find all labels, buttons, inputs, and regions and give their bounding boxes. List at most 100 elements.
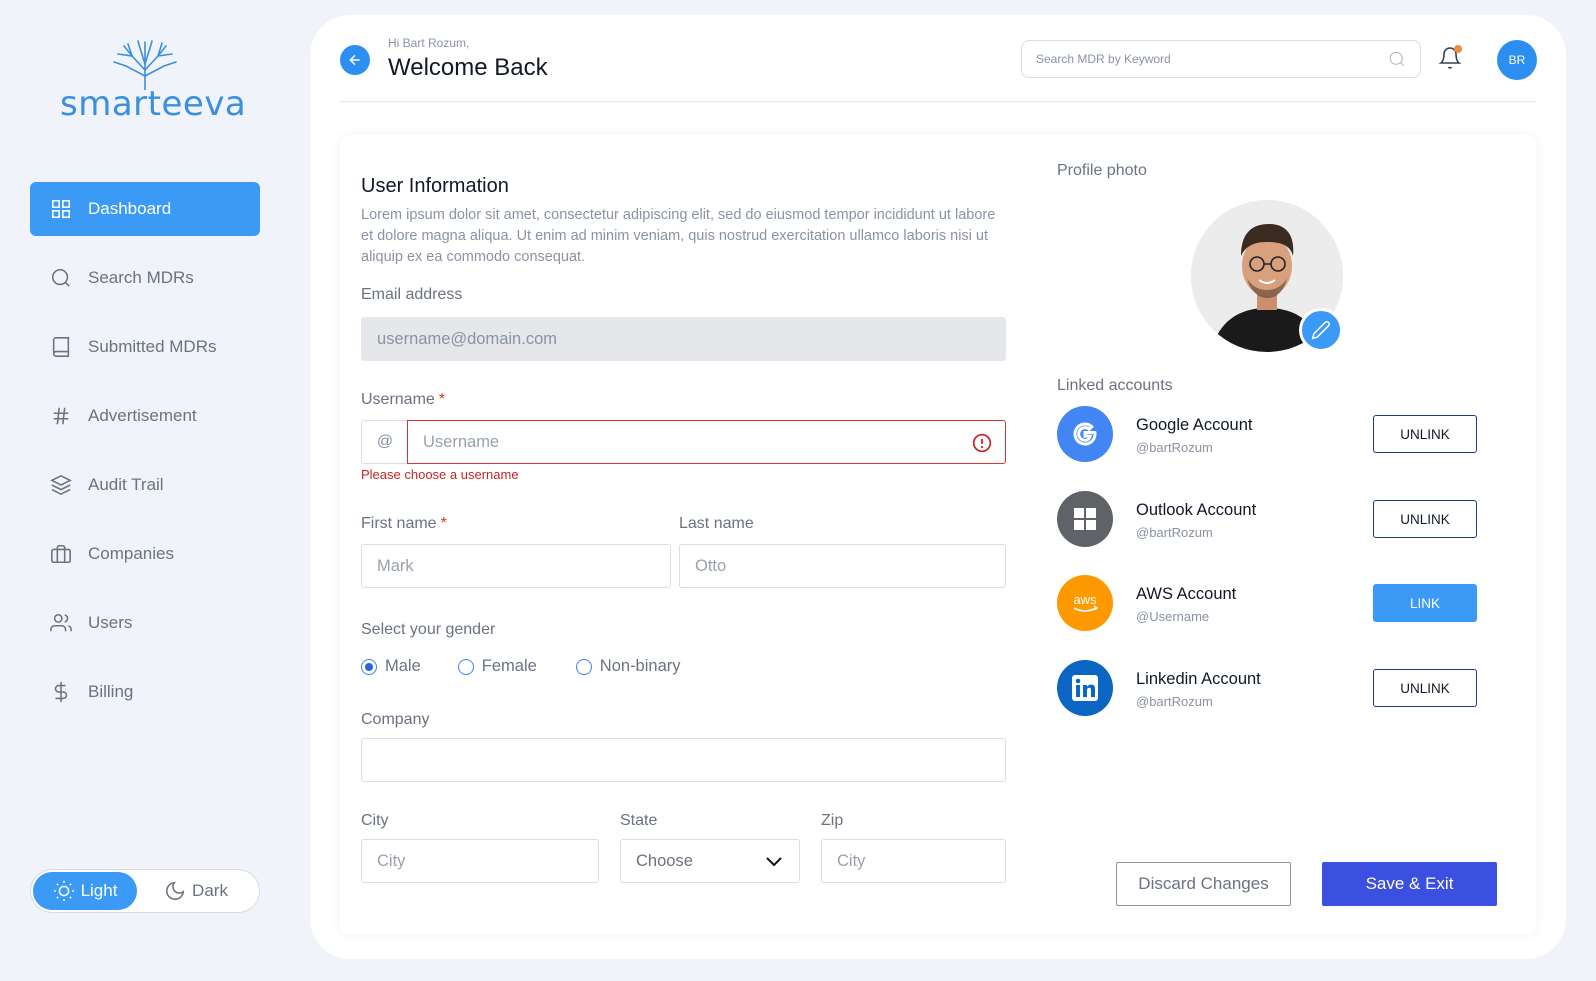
theme-dark-button[interactable]: Dark: [137, 872, 255, 910]
username-label-text: Username: [361, 391, 435, 408]
unlink-linkedin-button[interactable]: UNLINK: [1373, 669, 1477, 707]
unlink-outlook-button[interactable]: UNLINK: [1373, 500, 1477, 538]
last-name-label: Last name: [679, 515, 754, 532]
greeting: Hi Bart Rozum,: [388, 36, 470, 50]
sidebar-item-label: Advertisement: [88, 406, 197, 425]
gender-female-radio[interactable]: Female: [457, 657, 537, 676]
email-field: [362, 318, 1005, 360]
profile-photo-label: Profile photo: [1057, 162, 1147, 179]
sidebar-item-search-mdrs[interactable]: Search MDRs: [30, 251, 260, 305]
company-field[interactable]: [362, 739, 1005, 781]
account-name: AWS Account: [1136, 585, 1237, 603]
gender-nonbinary-radio[interactable]: Non-binary: [575, 657, 681, 676]
zip-field[interactable]: [822, 840, 1005, 882]
required-marker: *: [440, 515, 447, 532]
username-error: Please choose a username: [361, 467, 519, 482]
first-name-label-text: First name: [361, 515, 437, 532]
gender-label: Select your gender: [361, 621, 496, 638]
notifications-button[interactable]: [1438, 45, 1464, 73]
edit-photo-button[interactable]: [1299, 308, 1343, 352]
account-handle: @bartRozum: [1136, 694, 1213, 709]
windows-icon: [1057, 491, 1113, 547]
sun-icon: [53, 880, 74, 902]
user-info-card: User Information Lorem ipsum dolor sit a…: [340, 135, 1536, 935]
username-prefix: @: [361, 420, 408, 464]
linkedin-icon: [1057, 660, 1113, 716]
company-wrapper: [361, 738, 1006, 782]
brand-name: smarteeva: [60, 84, 247, 124]
state-label: State: [620, 812, 658, 829]
chevron-down-icon: [765, 854, 783, 868]
hash-icon: [50, 405, 72, 427]
tree-icon: [113, 40, 177, 90]
section-title: User Information: [361, 175, 509, 197]
brand-logo[interactable]: smarteeva: [60, 38, 246, 124]
search-icon: [50, 267, 72, 289]
city-field[interactable]: [362, 840, 598, 882]
sidebar-item-label: Audit Trail: [88, 475, 164, 494]
first-name-field[interactable]: [362, 545, 670, 587]
first-name-label: First name *: [361, 515, 447, 533]
zip-wrapper: [821, 839, 1006, 883]
account-name: Linkedin Account: [1136, 670, 1261, 688]
last-name-field[interactable]: [680, 545, 1005, 587]
header-divider: [340, 101, 1536, 102]
email-label: Email address: [361, 286, 463, 303]
theme-light-label: Light: [80, 881, 118, 900]
linked-accounts-label: Linked accounts: [1057, 377, 1173, 394]
users-icon: [50, 612, 72, 634]
save-exit-button[interactable]: Save & Exit: [1322, 862, 1497, 906]
linked-account-aws: aws AWS Account @Username LINK: [1057, 575, 1477, 631]
aws-icon: aws: [1057, 575, 1113, 631]
account-handle: @bartRozum: [1136, 525, 1213, 540]
account-name: Google Account: [1136, 416, 1253, 434]
radio-icon: [575, 658, 592, 675]
search-input[interactable]: [1036, 52, 1388, 66]
sidebar-item-companies[interactable]: Companies: [30, 527, 260, 581]
search-icon[interactable]: [1388, 50, 1406, 68]
radio-label: Non-binary: [599, 657, 681, 675]
sidebar-item-submitted-mdrs[interactable]: Submitted MDRs: [30, 320, 260, 374]
username-label: Username *: [361, 391, 445, 409]
search-bar: [1021, 40, 1421, 78]
pencil-icon: [1311, 321, 1330, 340]
avatar[interactable]: BR: [1497, 40, 1537, 80]
notification-dot: [1454, 45, 1462, 53]
radio-icon: [457, 658, 474, 675]
account-name: Outlook Account: [1136, 501, 1257, 519]
sidebar-item-audit-trail[interactable]: Audit Trail: [30, 458, 260, 512]
state-select[interactable]: Choose: [620, 839, 800, 883]
back-button[interactable]: [340, 45, 370, 75]
link-aws-button[interactable]: LINK: [1373, 584, 1477, 622]
radio-label: Male: [385, 657, 421, 675]
sidebar-item-users[interactable]: Users: [30, 596, 260, 650]
theme-light-button[interactable]: Light: [33, 872, 137, 910]
main-panel: Hi Bart Rozum, Welcome Back BR User Info…: [310, 15, 1566, 959]
sidebar-item-label: Users: [88, 613, 133, 632]
last-name-wrapper: [679, 544, 1006, 588]
first-name-wrapper: [361, 544, 671, 588]
sidebar-item-label: Search MDRs: [88, 268, 194, 287]
gender-male-radio[interactable]: Male: [361, 657, 421, 676]
layers-icon: [50, 474, 72, 496]
sidebar-item-label: Billing: [88, 682, 134, 701]
unlink-google-button[interactable]: UNLINK: [1373, 415, 1477, 453]
sidebar-item-dashboard[interactable]: Dashboard: [30, 182, 260, 236]
username-field[interactable]: [408, 421, 1005, 463]
page-title: Welcome Back: [388, 54, 548, 81]
theme-dark-label: Dark: [192, 881, 228, 900]
city-label: City: [361, 812, 389, 829]
theme-toggle: Light Dark: [30, 869, 260, 913]
required-marker: *: [438, 391, 446, 408]
sidebar-item-billing[interactable]: Billing: [30, 665, 260, 719]
sidebar-item-advertisement[interactable]: Advertisement: [30, 389, 260, 443]
discard-changes-button[interactable]: Discard Changes: [1116, 862, 1291, 906]
account-handle: @bartRozum: [1136, 440, 1213, 455]
dollar-icon: [50, 681, 72, 703]
zip-label: Zip: [821, 812, 844, 829]
account-handle: @Username: [1136, 609, 1210, 624]
linked-account-outlook: Outlook Account @bartRozum UNLINK: [1057, 491, 1477, 547]
username-field-wrapper: [407, 420, 1006, 464]
gender-radio-group: Male Female Non-binary: [361, 657, 705, 676]
state-select-value: Choose: [636, 852, 693, 870]
